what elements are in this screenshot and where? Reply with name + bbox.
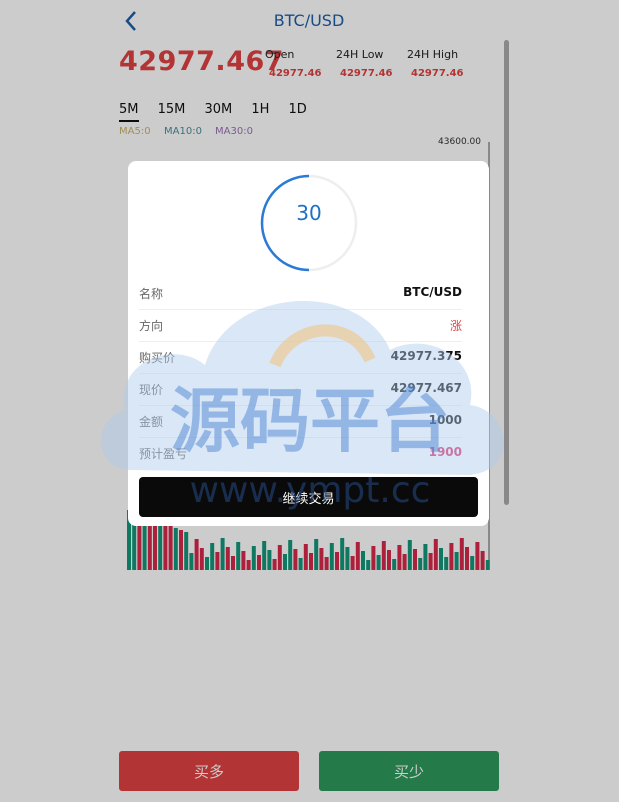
info-key: 现价: [139, 383, 164, 397]
order-result-modal: 30 名称 BTC/USD 方向 涨 购买价 42977.375 现价 4297…: [128, 161, 489, 526]
info-key: 预计盈亏: [139, 447, 188, 461]
info-value: 1000: [428, 413, 462, 427]
info-key: 名称: [139, 287, 164, 301]
info-value: 42977.467: [390, 381, 462, 395]
info-key: 购买价: [139, 351, 176, 365]
scrollbar[interactable]: [504, 40, 509, 505]
info-row-name: 名称 BTC/USD: [139, 278, 462, 310]
countdown-number: 30: [296, 201, 322, 225]
info-row-expected-pnl: 预计盈亏 1900: [139, 438, 462, 469]
info-value: 42977.375: [390, 349, 462, 363]
info-value: 1900: [428, 445, 462, 459]
info-row-amount: 金额 1000: [139, 406, 462, 438]
info-key: 方向: [139, 319, 164, 333]
info-key: 金额: [139, 415, 164, 429]
info-value: 涨: [449, 319, 462, 333]
info-row-buy-price: 购买价 42977.375: [139, 342, 462, 374]
info-value: BTC/USD: [403, 285, 462, 299]
continue-trading-button[interactable]: 继续交易: [139, 477, 478, 517]
info-row-current-price: 现价 42977.467: [139, 374, 462, 406]
info-row-direction: 方向 涨: [139, 310, 462, 342]
